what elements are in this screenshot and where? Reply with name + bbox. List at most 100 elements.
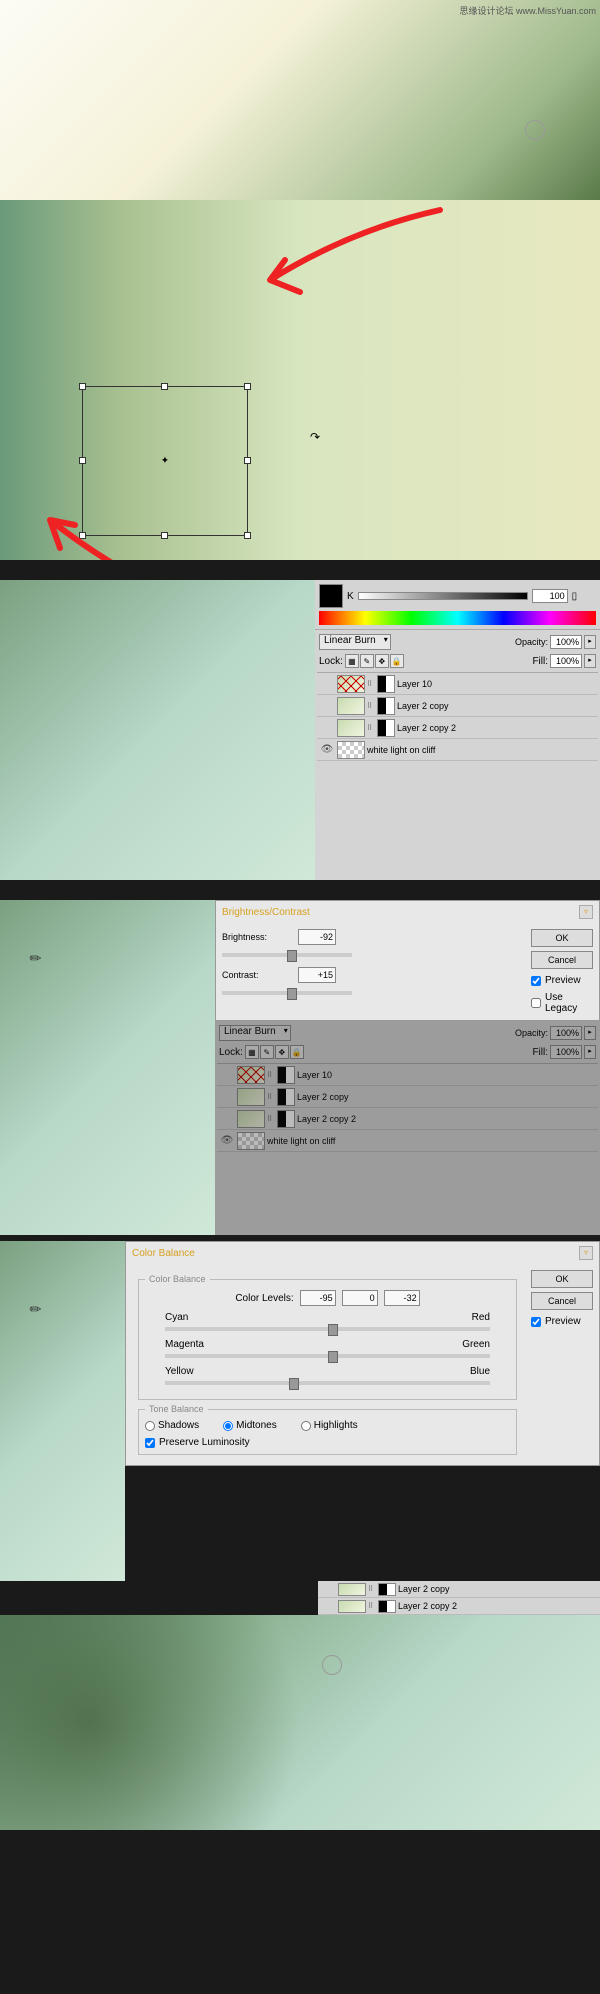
layer-row: ⠿ Layer 2 copy: [318, 1581, 600, 1598]
fill-flyout-icon: ▸: [584, 1045, 596, 1059]
preserve-luminosity-checkbox[interactable]: [145, 1438, 155, 1448]
layers-panel-behind: Linear Burn Opacity: ▸ Lock: ▦ ✎ ✥ 🔒 Fil…: [215, 1021, 600, 1235]
cyan-red-slider[interactable]: [165, 1327, 490, 1331]
layer-row: ⠿ Layer 2 copy: [217, 1086, 598, 1108]
layer-row[interactable]: ⠿ Layer 10: [317, 673, 598, 695]
layer-thumbnail-icon[interactable]: [337, 697, 365, 715]
opacity-label: Opacity:: [515, 1028, 548, 1038]
lock-all-icon[interactable]: 🔒: [390, 654, 404, 668]
ok-button[interactable]: OK: [531, 1270, 593, 1288]
visibility-toggle: [219, 1067, 235, 1083]
lock-position-icon[interactable]: ✥: [375, 654, 389, 668]
layer-name-label[interactable]: white light on cliff: [367, 745, 435, 755]
link-icon: ⠿: [367, 724, 375, 732]
k-slider[interactable]: [358, 592, 528, 600]
layer-row: ⠿ Layer 2 copy 2: [318, 1598, 600, 1615]
contrast-slider[interactable]: [222, 991, 352, 995]
fill-flyout-icon[interactable]: ▸: [584, 654, 596, 668]
lock-pixels-icon: ✎: [260, 1045, 274, 1059]
brightness-input[interactable]: [298, 929, 336, 945]
transform-bounding-box[interactable]: ✦: [82, 386, 248, 536]
opacity-flyout-icon[interactable]: ▸: [584, 635, 596, 649]
layer-mask-thumbnail: [277, 1066, 295, 1084]
k-channel-label: K: [347, 591, 354, 602]
opacity-input[interactable]: [550, 635, 582, 649]
midtones-radio[interactable]: [223, 1421, 233, 1431]
contrast-input[interactable]: [298, 967, 336, 983]
collapse-icon[interactable]: ▿: [579, 905, 593, 919]
canvas-step-3-transform: ✦ ↷: [0, 370, 600, 560]
level-2-input[interactable]: [342, 1290, 378, 1306]
level-3-input[interactable]: [384, 1290, 420, 1306]
opacity-input: [550, 1026, 582, 1040]
color-balance-dialog: Color Balance ▿ Color Balance Color Leve…: [125, 1241, 600, 1466]
brush-cursor: [525, 120, 545, 140]
section-layers-result: K ▯ Linear Burn Opacity: ▸ Lock: ▦ ✎ ✥: [0, 580, 600, 880]
layer-thumbnail-icon[interactable]: [337, 675, 365, 693]
layer-mask-thumbnail[interactable]: [377, 675, 395, 693]
layer-name-label[interactable]: Layer 10: [397, 679, 432, 689]
spectrum-bar[interactable]: [319, 611, 596, 625]
level-1-input[interactable]: [300, 1290, 336, 1306]
legacy-checkbox[interactable]: [531, 998, 541, 1008]
visibility-toggle[interactable]: 👁: [319, 742, 335, 758]
fill-input[interactable]: [550, 654, 582, 668]
preview-label: Preview: [545, 975, 581, 986]
yellow-blue-slider[interactable]: [165, 1381, 490, 1385]
layers-partial-section: ⠿ Layer 2 copy ⠿ Layer 2 copy 2: [0, 1581, 600, 1615]
layer-name-label[interactable]: Layer 2 copy 2: [397, 723, 456, 733]
visibility-toggle[interactable]: [319, 676, 335, 692]
color-panel: K ▯: [315, 580, 600, 630]
highlights-radio[interactable]: [301, 1421, 311, 1431]
k-value-input[interactable]: [532, 589, 568, 603]
layer-row[interactable]: 👁 white light on cliff: [317, 739, 598, 761]
preview-checkbox[interactable]: [531, 976, 541, 986]
annotation-arrow: [180, 200, 480, 370]
cancel-button[interactable]: Cancel: [531, 951, 593, 969]
layer-mask-thumbnail[interactable]: [377, 697, 395, 715]
legacy-label: Use Legacy: [545, 992, 593, 1014]
brightness-label: Brightness:: [222, 932, 290, 942]
layer-thumbnail-icon: [237, 1066, 265, 1084]
blend-mode-select[interactable]: Linear Burn: [319, 634, 391, 650]
layer-mask-thumbnail[interactable]: [377, 719, 395, 737]
layers-panel: Linear Burn Opacity: ▸ Lock: ▦ ✎ ✥ 🔒 Fil…: [315, 630, 600, 880]
lock-transparency-icon[interactable]: ▦: [345, 654, 359, 668]
canvas-step-6: ✎: [0, 1241, 125, 1581]
brightness-slider[interactable]: [222, 953, 352, 957]
lock-transparency-icon: ▦: [245, 1045, 259, 1059]
lock-position-icon: ✥: [275, 1045, 289, 1059]
opacity-label: Opacity:: [515, 637, 548, 647]
collapse-icon[interactable]: ▿: [579, 1246, 593, 1260]
lock-pixels-icon[interactable]: ✎: [360, 654, 374, 668]
watermark-text: 思缘设计论坛 www.MissYuan.com: [459, 4, 596, 17]
layer-thumbnail-icon[interactable]: [337, 719, 365, 737]
brush-cursor: [322, 1655, 342, 1675]
layer-name-label[interactable]: Layer 2 copy: [397, 701, 449, 711]
cancel-button[interactable]: Cancel: [531, 1292, 593, 1310]
lock-label: Lock:: [319, 656, 343, 667]
preview-checkbox[interactable]: [531, 1317, 541, 1327]
link-icon: ⠿: [367, 702, 375, 710]
brightness-contrast-dialog: Brightness/Contrast ▿ Brightness: Contra…: [215, 900, 600, 1021]
tone-balance-group: Tone Balance Shadows Midtones Highlights…: [138, 1404, 517, 1455]
ok-button[interactable]: OK: [531, 929, 593, 947]
canvas-step-1: 思缘设计论坛 www.MissYuan.com: [0, 0, 600, 200]
shadows-radio[interactable]: [145, 1421, 155, 1431]
canvas-final: [0, 1615, 600, 1830]
canvas-step-4: [0, 580, 315, 880]
fill-label: Fill:: [532, 656, 548, 667]
layer-row[interactable]: ⠿ Layer 2 copy 2: [317, 717, 598, 739]
layer-thumbnail-icon[interactable]: [337, 741, 365, 759]
visibility-toggle[interactable]: [319, 720, 335, 736]
visibility-toggle[interactable]: [319, 698, 335, 714]
magenta-green-slider[interactable]: [165, 1354, 490, 1358]
layer-row: ⠿ Layer 2 copy 2: [217, 1108, 598, 1130]
color-balance-group: Color Balance Color Levels: CyanRed Mage…: [138, 1274, 517, 1400]
section-color-balance: ✎ Color Balance ▿ Color Balance Color Le…: [0, 1241, 600, 1581]
link-icon: ⠿: [367, 680, 375, 688]
canvas-step-2: [0, 200, 600, 370]
foreground-color-swatch[interactable]: [319, 584, 343, 608]
section-brightness: ✎ Brightness/Contrast ▿ Brightness: Cont…: [0, 900, 600, 1235]
layer-row[interactable]: ⠿ Layer 2 copy: [317, 695, 598, 717]
